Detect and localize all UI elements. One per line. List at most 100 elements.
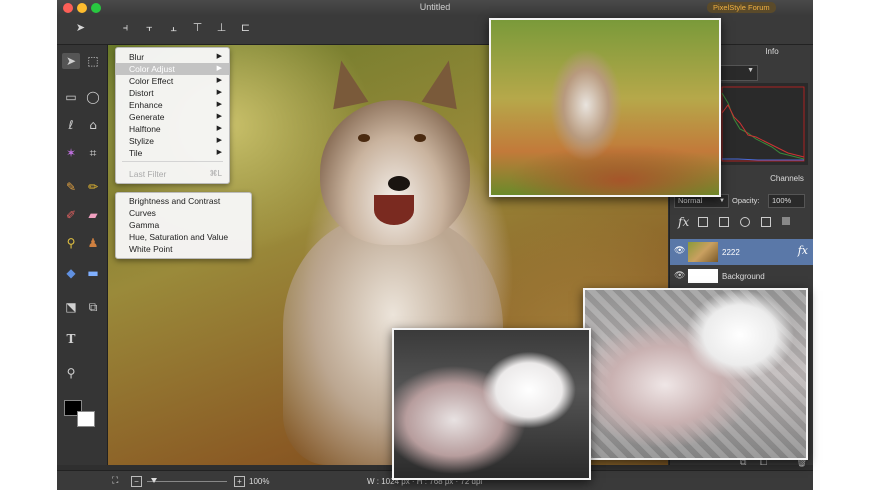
forum-badge[interactable]: PixelStyle Forum — [707, 2, 776, 13]
fx-icon[interactable]: fx — [678, 215, 689, 229]
smudge-icon[interactable]: ✐ — [62, 207, 80, 223]
select-icon[interactable]: ⬚ — [84, 53, 102, 69]
zoom-icon[interactable]: ⚲ — [62, 365, 80, 381]
zoom-in-button[interactable]: + — [234, 476, 245, 487]
chevron-right-icon: ▶ — [216, 65, 222, 72]
style-fill-icon[interactable] — [782, 217, 790, 225]
submenu-item-gamma[interactable]: Gamma — [129, 219, 159, 231]
submenu-item-brightness-contrast[interactable]: Brightness and Contrast — [129, 195, 220, 207]
ellipse-marquee-icon[interactable]: ◯ — [84, 89, 102, 105]
husky-eye-left — [358, 134, 370, 142]
move-icon[interactable]: ➤ — [62, 53, 80, 69]
menu-item-last-filter: Last Filter ⌘L — [129, 169, 222, 179]
eye-icon[interactable]: 👁 — [674, 270, 685, 281]
eyedropper-icon[interactable]: ⚲ — [62, 235, 80, 251]
color-adjust-submenu: Brightness and Contrast Curves Gamma Hue… — [115, 192, 252, 259]
align-center-icon[interactable]: ⫟ — [143, 22, 156, 34]
layer-row[interactable]: 👁 2222 fx — [670, 239, 813, 265]
window-title: Untitled — [419, 2, 451, 12]
stamp-icon[interactable]: ♟ — [84, 235, 102, 251]
layer-fx-icon[interactable]: fx — [798, 244, 808, 257]
style-bevel-icon[interactable] — [740, 217, 750, 227]
menu-item-distort[interactable]: Distort ▶ — [116, 87, 229, 99]
menu-item-halftone[interactable]: Halftone ▶ — [116, 123, 229, 135]
submenu-item-white-point[interactable]: White Point — [129, 243, 172, 255]
histogram-channel-select[interactable]: ▼ — [718, 65, 758, 81]
menu-item-color-effect[interactable]: Color Effect ▶ — [116, 75, 229, 87]
sample-photo-running-husky — [489, 18, 721, 197]
info-panel-title: Info — [765, 47, 779, 56]
chevron-right-icon: ▶ — [216, 89, 222, 96]
align-left-icon[interactable]: ⫞ — [119, 22, 132, 34]
chevron-right-icon: ▶ — [216, 137, 222, 144]
husky-eye-right — [414, 134, 426, 142]
chevron-right-icon: ▶ — [216, 53, 222, 60]
histogram-bg — [718, 83, 808, 165]
filter-menu: Blur ▶ Color Adjust ▶ Color Effect ▶ Distor… — [115, 47, 230, 184]
husky-ear-right — [421, 56, 467, 110]
submenu-item-curves[interactable]: Curves — [129, 207, 156, 219]
move-tool-icon[interactable]: ➤ — [74, 22, 87, 34]
chevron-right-icon: ▶ — [216, 113, 222, 120]
layer-thumbnail — [688, 269, 718, 283]
zoom-slider[interactable] — [147, 478, 227, 483]
histogram-chart — [718, 83, 808, 165]
layer-thumbnail — [688, 242, 718, 262]
menu-item-tile[interactable]: Tile ▶ — [116, 147, 229, 159]
align-right-icon[interactable]: ⫠ — [167, 22, 180, 34]
layer-name: Background — [722, 272, 765, 281]
husky-nose — [388, 176, 410, 191]
layer-row[interactable]: 👁 Background — [670, 267, 813, 285]
zoom-out-button[interactable]: − — [131, 476, 142, 487]
lasso-icon[interactable]: ℓ — [62, 117, 80, 133]
tools-palette: ➤ ⬚ ▭ ◯ ℓ ⌂ ✶ ⌗ ✎ ✏ ✐ ▰ ⚲ ♟ ◆ ▬ ⬔ ⧉ T ⚲ — [57, 45, 108, 465]
menu-item-enhance[interactable]: Enhance ▶ — [116, 99, 229, 111]
chevron-right-icon: ▶ — [216, 125, 222, 132]
menu-item-blur[interactable]: Blur ▶ — [116, 51, 229, 63]
crop-icon[interactable]: ⌗ — [84, 145, 102, 161]
chevron-right-icon: ▶ — [216, 101, 222, 108]
layer-name: 2222 — [722, 248, 740, 257]
style-shadow-icon[interactable] — [698, 217, 708, 227]
transform-icon[interactable]: ⬔ — [62, 299, 80, 315]
chevron-right-icon: ▶ — [216, 77, 222, 84]
align-middle-icon[interactable]: ⊥ — [215, 22, 228, 34]
blend-mode-value: Normal — [678, 196, 703, 205]
menu-item-generate[interactable]: Generate ▶ — [116, 111, 229, 123]
poly-lasso-icon[interactable]: ⌂ — [84, 117, 102, 133]
last-filter-shortcut: ⌘L — [209, 169, 222, 178]
title-bar: Untitled PixelStyle Forum — [57, 0, 813, 17]
sample-photo-puppy-in-shoe — [392, 328, 591, 480]
brush-icon[interactable]: ✎ — [62, 179, 80, 195]
channels-panel-title: Channels — [770, 174, 804, 183]
align-top-icon[interactable]: ⊤ — [191, 22, 204, 34]
background-color-swatch[interactable] — [77, 411, 95, 427]
magic-wand-icon[interactable]: ✶ — [62, 145, 80, 161]
text-icon[interactable]: T — [62, 331, 80, 347]
opacity-value: 100% — [772, 196, 792, 205]
menu-separator — [122, 161, 223, 162]
eraser-icon[interactable]: ▰ — [84, 207, 102, 223]
layer-style-icons — [698, 217, 810, 229]
husky-ear-left — [323, 56, 369, 110]
pencil-icon[interactable]: ✏ — [84, 179, 102, 195]
husky-mouth — [374, 195, 414, 225]
zoom-level: 100% — [249, 477, 270, 486]
chevron-down-icon: ▼ — [747, 67, 754, 74]
menu-item-color-adjust[interactable]: Color Adjust ▶ — [116, 63, 229, 75]
chevron-right-icon: ▶ — [216, 149, 222, 156]
shape-icon[interactable]: ⧉ — [84, 299, 102, 315]
opacity-label: Opacity: — [732, 196, 760, 205]
opacity-input[interactable]: 100% — [768, 194, 805, 208]
gradient-icon[interactable]: ▬ — [84, 265, 102, 281]
align-bottom-icon[interactable]: ⊏ — [239, 22, 252, 34]
menu-item-stylize[interactable]: Stylize ▶ — [116, 135, 229, 147]
fit-screen-icon[interactable]: ⛶ — [112, 475, 118, 486]
style-stroke-icon[interactable] — [761, 217, 771, 227]
rect-marquee-icon[interactable]: ▭ — [62, 89, 80, 105]
submenu-item-hue-saturation-value[interactable]: Hue, Saturation and Value — [129, 231, 228, 243]
eye-icon[interactable]: 👁 — [674, 246, 685, 256]
bucket-icon[interactable]: ◆ — [62, 265, 80, 281]
zoom-slider-thumb[interactable] — [151, 478, 157, 483]
style-glow-icon[interactable] — [719, 217, 729, 227]
